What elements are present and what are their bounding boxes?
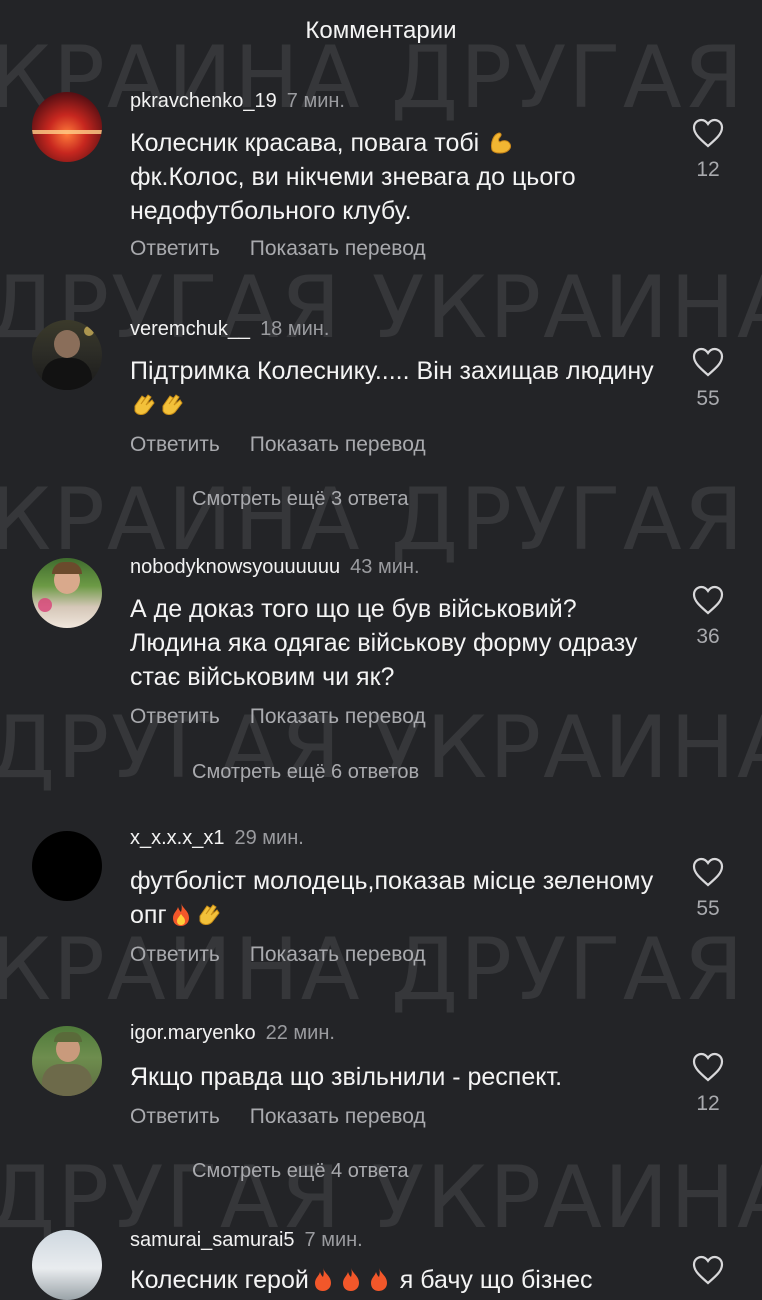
show-translation-button[interactable]: Показать перевод (250, 943, 426, 966)
avatar[interactable] (32, 831, 102, 901)
comment-actions: Ответить Показать перевод (130, 1105, 456, 1129)
reply-button[interactable]: Ответить (130, 1105, 220, 1128)
clapping-hands-icon (162, 394, 183, 415)
username-text[interactable]: samurai_samurai5 (130, 1229, 295, 1251)
avatar[interactable] (32, 92, 102, 162)
comment-username[interactable]: nobodyknowsyouuuuuu 43 мин. (130, 556, 420, 579)
fire-icon (370, 1268, 387, 1291)
comment-username[interactable]: x_x.x.x_x1 29 мин. (130, 827, 304, 850)
like-button[interactable]: 12 (688, 1052, 728, 1116)
heart-icon (692, 1255, 724, 1285)
view-more-replies-button[interactable]: Смотреть ещё 4 ответа (192, 1160, 408, 1183)
comment-time: 43 мин. (350, 556, 420, 578)
like-button[interactable]: 12 (688, 118, 728, 182)
flexed-biceps-icon (491, 132, 512, 154)
avatar[interactable] (32, 558, 102, 628)
heart-icon (692, 1052, 724, 1082)
like-count: 55 (696, 387, 720, 410)
username-text[interactable]: veremchuk__ (130, 318, 250, 340)
like-count: 36 (696, 625, 720, 648)
comment-time: 29 мин. (234, 827, 304, 849)
username-text[interactable]: pkravchenko_19 (130, 90, 277, 112)
page-title: Комментарии (305, 17, 457, 44)
username-text[interactable]: igor.maryenko (130, 1022, 256, 1044)
like-button[interactable]: 55 (688, 347, 728, 411)
comment-actions: Ответить Показать перевод (130, 943, 456, 967)
like-button[interactable]: 36 (688, 585, 728, 649)
comment-text: Колесник герой я бачу що бізнес (130, 1263, 670, 1297)
view-more-replies-button[interactable]: Смотреть ещё 6 ответов (192, 761, 419, 784)
fire-icon (342, 1268, 359, 1291)
comment-actions: Ответить Показать перевод (130, 705, 456, 729)
comment-text-part: Підтримка Колеснику..... Він захищав люд… (130, 357, 654, 385)
show-translation-button[interactable]: Показать перевод (250, 705, 426, 728)
view-more-replies-button[interactable]: Смотреть ещё 3 ответа (192, 488, 408, 511)
comment-time: 22 мин. (265, 1022, 335, 1044)
heart-icon (692, 118, 724, 148)
username-text[interactable]: nobodyknowsyouuuuuu (130, 556, 340, 578)
avatar[interactable] (32, 1230, 102, 1300)
comment-text-part: Колесник красава, повага тобі (130, 129, 480, 157)
comment-actions: Ответить Показать перевод (130, 237, 456, 261)
comment-username[interactable]: samurai_samurai5 7 мин. (130, 1229, 363, 1252)
like-count: 55 (696, 897, 720, 920)
comment-text: Якщо правда що звільнили - респект. (130, 1063, 563, 1091)
clapping-hands-icon (199, 904, 220, 925)
comment-actions: Ответить Показать перевод (130, 433, 456, 457)
comment-username[interactable]: igor.maryenko 22 мин. (130, 1022, 335, 1045)
watermark-text: ДРУГАЯ УКРАИНА (0, 258, 762, 358)
show-translation-button[interactable]: Показать перевод (250, 433, 426, 456)
comment-text: А де доказ того що це був військовий? Лю… (130, 595, 638, 691)
reply-button[interactable]: Ответить (130, 943, 220, 966)
fire-icon (314, 1268, 331, 1291)
avatar[interactable] (32, 320, 102, 390)
comment-username[interactable]: pkravchenko_19 7 мин. (130, 90, 345, 113)
comment-time: 7 мин. (286, 90, 345, 112)
show-translation-button[interactable]: Показать перевод (250, 1105, 426, 1128)
comment-text: Підтримка Колеснику..... Він захищав люд… (130, 354, 670, 422)
comment-text-part: Колесник герой (130, 1266, 309, 1294)
clapping-hands-icon (134, 394, 155, 415)
avatar[interactable] (32, 1026, 102, 1096)
comment-username[interactable]: veremchuk__ 18 мин. (130, 318, 329, 341)
like-count: 12 (696, 158, 720, 181)
comment-time: 7 мин. (304, 1229, 363, 1251)
comment-text: футболіст молодець,показав місце зеленом… (130, 864, 670, 932)
username-text[interactable]: x_x.x.x_x1 (130, 827, 224, 849)
comment-text-part: я бачу що бізнес (399, 1266, 593, 1294)
watermark-text: КРАИНА ДРУГАЯ (0, 470, 746, 570)
reply-button[interactable]: Ответить (130, 237, 220, 260)
like-count: 12 (696, 1092, 720, 1115)
comment-text: Колесник красава, повага тобі фк.Колос, … (130, 126, 670, 228)
heart-icon (692, 347, 724, 377)
like-button[interactable] (688, 1255, 728, 1285)
heart-icon (692, 585, 724, 615)
heart-icon (692, 857, 724, 887)
like-button[interactable]: 55 (688, 857, 728, 921)
comment-text-part: фк.Колос, ви нікчеми зневага до цього не… (130, 163, 576, 225)
show-translation-button[interactable]: Показать перевод (250, 237, 426, 260)
comment-time: 18 мин. (260, 318, 330, 340)
fire-icon (172, 903, 189, 926)
watermark-text: КРАИНА ДРУГАЯ (0, 920, 746, 1020)
reply-button[interactable]: Ответить (130, 433, 220, 456)
reply-button[interactable]: Ответить (130, 705, 220, 728)
